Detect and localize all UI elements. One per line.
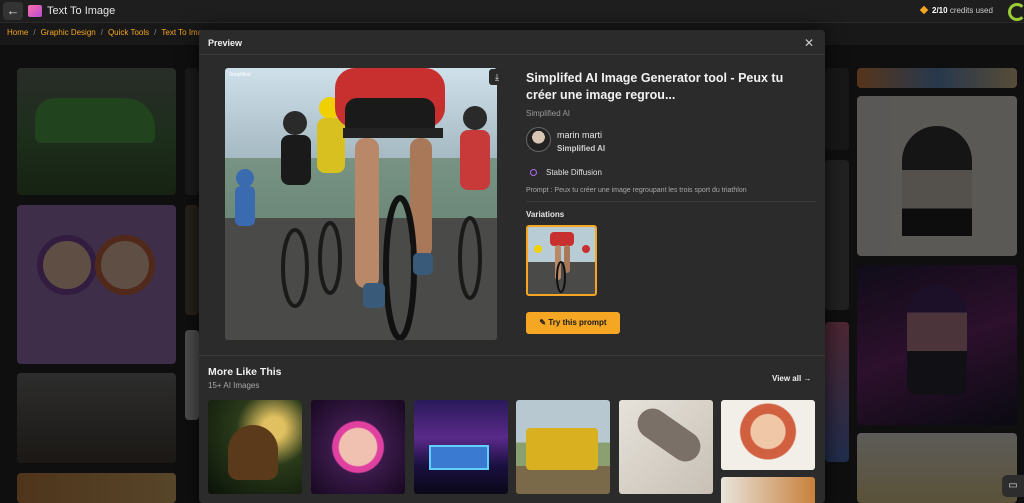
variations-label: Variations [526,210,565,219]
gallery-image[interactable] [825,68,849,150]
credits-label: credits used [949,6,993,15]
author-avatar [526,127,551,152]
gallery-image[interactable] [185,330,199,420]
preview-image[interactable] [225,68,497,340]
cyclists-illustration [225,68,497,340]
truck-shape [526,428,598,470]
portrait-shape [907,285,967,395]
model-name: Stable Diffusion [546,168,602,177]
chat-icon[interactable]: ▭ [1002,475,1024,497]
model-icon [530,169,537,176]
diamond-icon [919,5,929,15]
character-shape [95,235,155,295]
similar-image-tiger[interactable] [721,477,815,503]
similar-image-truck[interactable] [516,400,610,494]
gallery-image[interactable] [17,373,176,463]
divider [526,201,816,202]
user-avatar[interactable] [1008,3,1024,21]
gallery-image[interactable] [857,68,1017,88]
breadcrumb-quick-tools[interactable]: Quick Tools [108,28,149,37]
similar-image-tattoo-arm[interactable] [619,400,713,494]
pencil-icon: ✎ [539,318,547,327]
more-like-this-title: More Like This [208,366,282,378]
gallery-image[interactable] [857,433,1017,503]
more-like-this-count: 15+ AI Images [208,381,260,390]
arm-shape [631,402,707,468]
prompt-text: Prompt : Peux tu créer une image regroup… [526,187,747,194]
gallery-image[interactable] [185,68,199,195]
breadcrumb-graphic-design[interactable]: Graphic Design [41,28,96,37]
breadcrumb-separator: / [100,28,103,37]
breadcrumb-home[interactable]: Home [7,28,28,37]
modal-header: Preview ✕ [199,30,825,55]
image-title: Simplifed AI Image Generator tool - Peux… [526,71,784,102]
desk-shape [429,445,489,470]
breadcrumb: Home / Graphic Design / Quick Tools / Text To … [7,28,211,37]
view-all-label: View all [772,374,802,383]
gallery-image[interactable] [17,68,176,195]
gallery-image[interactable] [17,205,176,364]
car-shape [35,98,155,143]
gallery-image[interactable] [185,205,199,315]
image-watermark: Simplified [229,72,251,78]
author-name: marin marti [557,130,603,140]
close-icon[interactable]: ✕ [802,36,816,50]
gallery-image[interactable] [17,473,176,503]
section-divider [199,355,825,356]
character-shape [37,235,97,295]
breadcrumb-separator: / [154,28,157,37]
modal-title: Preview [208,38,243,48]
view-all-link[interactable]: View all → [772,374,811,383]
author-org: Simplified AI [557,144,606,153]
download-icon[interactable]: ⤓ [489,69,505,85]
gallery-image[interactable] [857,265,1017,425]
similar-image-bear[interactable] [208,400,302,494]
image-source: Simplified AI [526,109,571,118]
similar-image-anime[interactable] [721,400,815,470]
breadcrumb-separator: / [33,28,36,37]
preview-modal: Preview ✕ Simplified ⤓ Simplifed AI Imag… [199,30,825,503]
woman-shape [902,126,972,236]
top-bar: ← Text To Image 2/10 credits used [0,0,1024,23]
bear-shape [228,425,278,480]
gallery-image[interactable] [825,322,849,462]
variation-illustration [528,227,595,294]
back-arrow-icon[interactable]: ← [3,2,23,20]
similar-image-astronaut[interactable] [311,400,405,494]
app-title: Text To Image [47,5,116,17]
image-icon [28,5,42,17]
credits-indicator[interactable]: 2/10 credits used [919,5,993,15]
variation-thumbnail[interactable] [526,225,597,296]
try-button-label: Try this prompt [548,318,607,327]
arrow-right-icon: → [803,374,812,383]
credits-used: 2/10 [932,6,948,15]
gallery-image[interactable] [857,96,1017,256]
try-this-prompt-button[interactable]: ✎ Try this prompt [526,312,620,334]
gallery-image[interactable] [825,160,849,310]
similar-image-room[interactable] [414,400,508,494]
